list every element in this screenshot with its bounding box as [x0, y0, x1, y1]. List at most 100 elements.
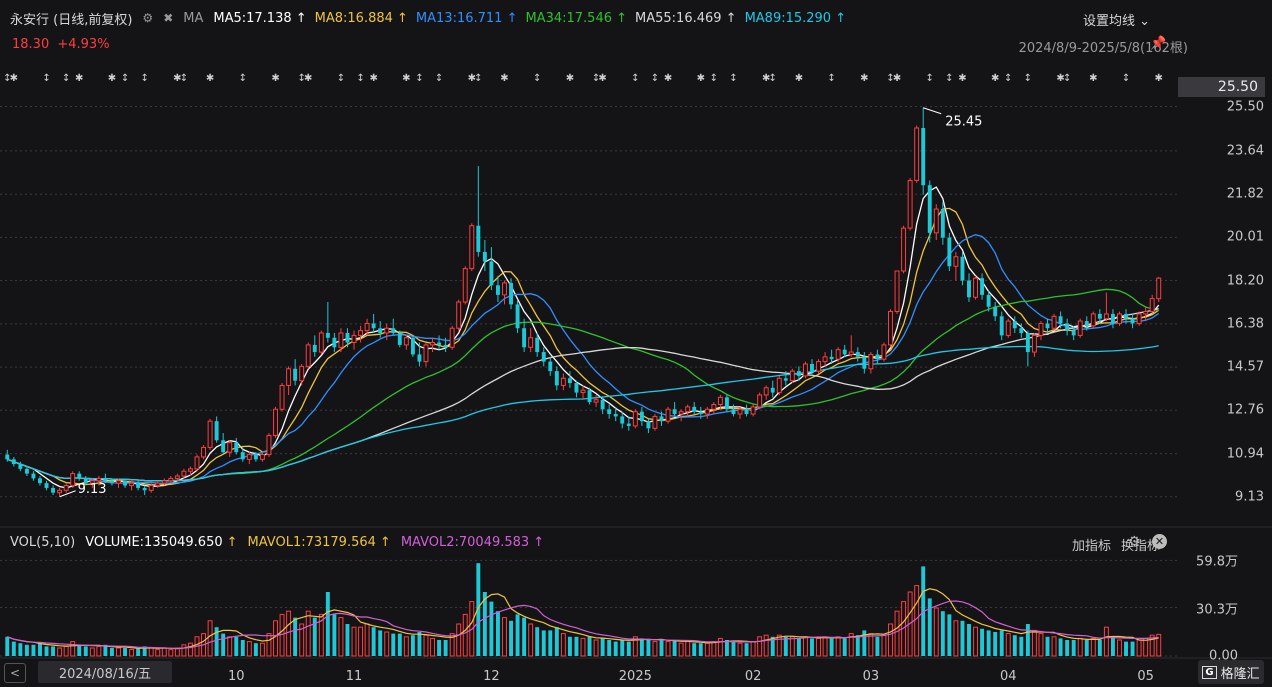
candle-body [489, 261, 494, 286]
event-marker: ✱ [271, 73, 279, 84]
volume-bar [378, 630, 383, 656]
candle-body [1117, 313, 1122, 324]
candle-body [221, 440, 226, 453]
volume-bar [11, 641, 16, 656]
candle-body [842, 349, 847, 355]
candle-body [364, 322, 370, 332]
logo-text: 格隆汇 [1220, 666, 1260, 682]
candle-body [607, 409, 612, 415]
candle-body [77, 473, 82, 479]
volume-bar [1077, 637, 1083, 657]
candle-body [96, 477, 102, 482]
candle-body [187, 468, 193, 472]
volume-bar [1045, 636, 1050, 656]
candle-body [724, 397, 729, 410]
volume-bar [456, 623, 462, 657]
candle-body [273, 408, 278, 436]
volume-bar [364, 623, 370, 657]
volume-bar [646, 640, 651, 656]
event-marker: ↕ [140, 73, 148, 84]
volume-bar [123, 648, 127, 656]
add-indicator-button[interactable]: 加指标 [1072, 535, 1111, 554]
candle-body [927, 185, 932, 233]
event-marker: ✱ [108, 73, 116, 84]
volume-bar [763, 634, 769, 657]
volume-bar [933, 607, 939, 657]
volume-bar [221, 633, 226, 656]
volume-bar [548, 630, 553, 656]
volume-bar [600, 638, 605, 656]
volume-bar [187, 642, 193, 657]
volume-bar [1117, 639, 1122, 657]
candle-body [1110, 313, 1115, 324]
price-tick-label: 14.57 [1226, 359, 1264, 375]
event-marker: ✱ [991, 73, 999, 84]
candle-body [378, 328, 383, 333]
candle-body [940, 209, 945, 238]
volume-bar [535, 627, 540, 656]
volume-bar [89, 647, 95, 657]
month-label: 02 [744, 669, 762, 684]
volume-bar [980, 628, 985, 656]
volume-bar [96, 645, 102, 657]
volume-bar [737, 642, 743, 657]
candle-body [868, 353, 874, 370]
price-tick-label: 9.13 [1235, 489, 1264, 505]
volume-bar [554, 627, 559, 656]
volume-bar [515, 614, 520, 656]
volume-bar [1065, 640, 1070, 656]
candle-body [417, 354, 422, 362]
volume-bar [986, 630, 991, 656]
scroll-left-button[interactable]: < [4, 663, 26, 683]
candle-body [763, 387, 769, 396]
candle-body [482, 251, 487, 262]
candle-body [515, 304, 520, 329]
volume-bar [391, 633, 396, 656]
month-label: 04 [999, 669, 1017, 684]
candle-body [894, 270, 900, 313]
volume-bar [410, 635, 415, 656]
candle-body [789, 370, 795, 382]
candle-body [129, 482, 135, 487]
candle-body [338, 332, 344, 348]
event-marker: ✱ [795, 73, 803, 84]
candle-body [123, 480, 127, 486]
candle-body [116, 480, 121, 484]
volume-bar [345, 624, 350, 656]
event-marker: ✱ [304, 73, 312, 84]
event-marker: ↕ [1024, 73, 1032, 84]
ma5-line [7, 186, 1160, 489]
candle-body [174, 475, 180, 479]
volume-bar [802, 636, 808, 657]
candle-body [449, 327, 455, 348]
volume-bar [776, 634, 782, 657]
candle-body [1156, 277, 1162, 300]
volume-gear-icon[interactable]: ⚙ [1128, 534, 1141, 550]
volume-bar [397, 633, 402, 656]
volume-bar [1025, 624, 1030, 656]
volume-value: VOLUME:135049.650 [85, 535, 223, 550]
event-marker: ↕ [710, 73, 718, 84]
price-tick-label: 10.94 [1226, 446, 1264, 462]
volume-bar [423, 634, 429, 657]
event-markers: ↕ ✱ ↕ ↕ ✱ ✱ ↕ ↕ ✱ ↕ ✱ ↕ ✱ ↕ ✱ ↕ ↕ ✱ ✱ ↕ ↕ ✱ ↕ ✱ ↕ ✱ ↕ ✱ ↕ ↕ ✱ ✱ ↕ ↕ ✱ ↕ ✱ ↕ ✱ ↕… [3, 73, 1163, 84]
volume-bar [580, 637, 586, 657]
volume-bar [560, 633, 566, 657]
candle-body [600, 399, 605, 410]
volume-bar [711, 641, 717, 657]
event-marker: ↕ [729, 73, 737, 84]
event-marker: ✱ [566, 73, 574, 84]
candle-body [430, 342, 435, 346]
volume-bar [83, 646, 88, 656]
month-label: 12 [483, 669, 500, 684]
volume-bars [5, 563, 1162, 657]
volume-bar [70, 641, 76, 657]
volume-close-icon[interactable]: ✕ [1152, 534, 1167, 549]
candle-body [907, 179, 913, 229]
volume-bar [829, 638, 834, 656]
event-marker: ✱ [402, 73, 410, 84]
candle-body [70, 473, 76, 487]
candle-body [332, 337, 337, 348]
volume-bar [1058, 638, 1063, 656]
volume-bar [358, 626, 364, 657]
